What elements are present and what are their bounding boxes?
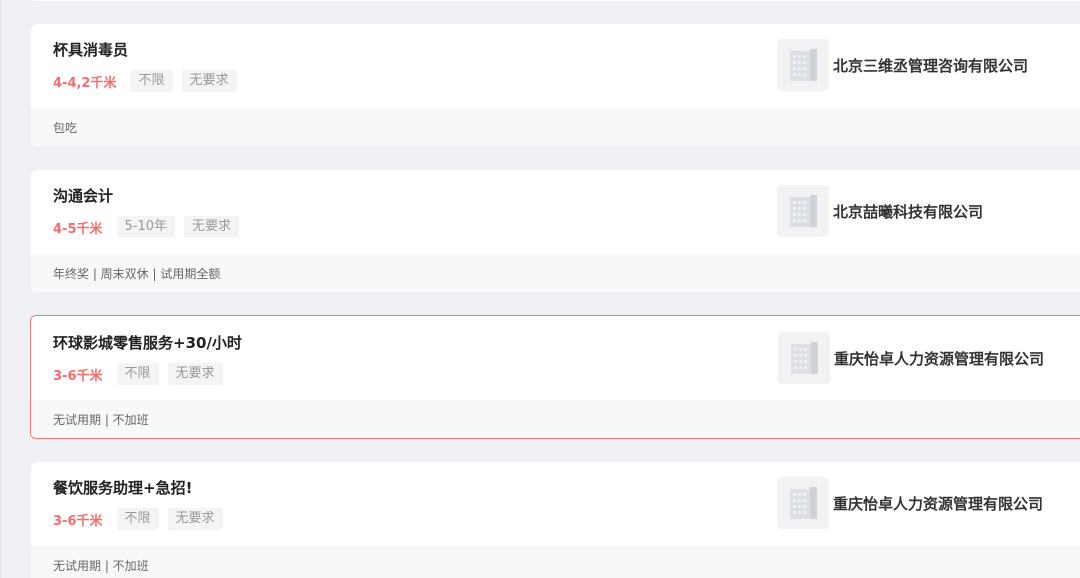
- company-name[interactable]: 北京喆曦科技有限公司: [833, 201, 983, 222]
- company-name[interactable]: 北京三维丞管理咨询有限公司: [833, 55, 1028, 76]
- job-card-footer: 包吃: [31, 108, 1080, 146]
- company-name[interactable]: 重庆怡卓人力资源管理有限公司: [834, 348, 1044, 369]
- experience-tag: 不限: [116, 363, 159, 385]
- job-card-footer: 年终奖 | 周末双休 | 试用期全额: [31, 254, 1080, 292]
- salary: 3-6千米: [53, 513, 103, 529]
- benefits: 无试用期 | 不加班: [53, 413, 149, 427]
- job-card-header: 沟通会计 4-5千米 5-10年 无要求 北京喆曦科技有限公司: [31, 170, 1080, 254]
- salary: 3-6千米: [53, 368, 103, 384]
- job-card-header: 环球影城零售服务+30/小时 3-6千米 不限 无要求 重庆怡卓人力资源管理有限…: [31, 316, 1080, 400]
- company-info[interactable]: 重庆怡卓人力资源管理有限公司: [777, 477, 1043, 529]
- job-meta: 4-5千米 5-10年 无要求: [53, 216, 248, 238]
- benefits: 包吃: [53, 121, 78, 135]
- building-icon: [777, 477, 829, 529]
- job-meta: 3-6千米 不限 无要求: [53, 363, 232, 385]
- education-tag: 无要求: [167, 508, 223, 530]
- education-tag: 无要求: [167, 363, 223, 385]
- job-card-header: 杯具消毒员 4-4,2千米 不限 无要求 北京三维丞管理咨询有限公司: [31, 24, 1080, 108]
- company-info[interactable]: 北京三维丞管理咨询有限公司: [777, 39, 1028, 91]
- job-card-footer: 无试用期 | 不加班: [31, 546, 1080, 578]
- benefits: 无试用期 | 不加班: [53, 559, 149, 573]
- building-icon: [777, 185, 829, 237]
- education-tag: 无要求: [184, 216, 240, 238]
- job-title[interactable]: 沟通会计: [53, 185, 113, 206]
- education-tag: 无要求: [181, 70, 237, 92]
- job-title[interactable]: 环球影城零售服务+30/小时: [53, 332, 242, 353]
- job-card[interactable]: 餐饮服务助理+急招! 3-6千米 不限 无要求 重庆怡卓人力资源管理有限公司 无…: [31, 462, 1080, 578]
- building-icon: [778, 332, 830, 384]
- job-card[interactable]: 杯具消毒员 4-4,2千米 不限 无要求 北京三维丞管理咨询有限公司 包吃: [31, 24, 1080, 146]
- job-card[interactable]: 沟通会计 4-5千米 5-10年 无要求 北京喆曦科技有限公司 年终奖 | 周末…: [31, 170, 1080, 292]
- job-card-header: 餐饮服务助理+急招! 3-6千米 不限 无要求 重庆怡卓人力资源管理有限公司: [31, 462, 1080, 546]
- salary: 4-5千米: [53, 221, 103, 237]
- job-card-footer: 无试用期 | 不加班: [31, 400, 1080, 438]
- benefits: 年终奖 | 周末双休 | 试用期全额: [53, 267, 221, 281]
- experience-tag: 5-10年: [116, 216, 176, 238]
- company-name[interactable]: 重庆怡卓人力资源管理有限公司: [833, 493, 1043, 514]
- job-title[interactable]: 餐饮服务助理+急招!: [53, 477, 192, 498]
- job-meta: 3-6千米 不限 无要求: [53, 508, 232, 530]
- previous-card-edge: [30, 0, 1080, 1]
- job-card-active[interactable]: 环球影城零售服务+30/小时 3-6千米 不限 无要求 重庆怡卓人力资源管理有限…: [30, 315, 1080, 439]
- salary: 4-4,2千米: [53, 75, 117, 91]
- company-info[interactable]: 重庆怡卓人力资源管理有限公司: [778, 332, 1044, 384]
- company-info[interactable]: 北京喆曦科技有限公司: [777, 185, 983, 237]
- left-divider: [0, 0, 1, 578]
- experience-tag: 不限: [116, 508, 159, 530]
- job-title[interactable]: 杯具消毒员: [53, 39, 128, 60]
- job-list-page: 杯具消毒员 4-4,2千米 不限 无要求 北京三维丞管理咨询有限公司 包吃 沟通…: [0, 0, 1080, 578]
- experience-tag: 不限: [130, 70, 173, 92]
- job-meta: 4-4,2千米 不限 无要求: [53, 70, 246, 92]
- building-icon: [777, 39, 829, 91]
